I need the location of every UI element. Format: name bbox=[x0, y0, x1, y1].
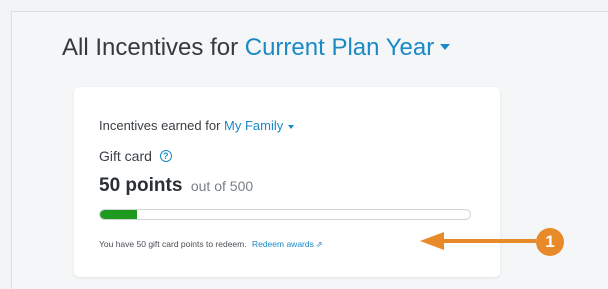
callout-arrow-icon bbox=[420, 232, 536, 250]
chevron-down-icon bbox=[288, 124, 295, 129]
chevron-down-icon bbox=[440, 44, 451, 51]
gift-card-row: Gift card ? bbox=[99, 148, 172, 164]
redeem-awards-link[interactable]: Redeem awards ⇗ bbox=[252, 239, 323, 249]
plan-year-dropdown[interactable]: Current Plan Year bbox=[244, 34, 451, 61]
redeem-message: You have 50 gift card points to redeem. … bbox=[99, 239, 323, 249]
incentives-earned-row: Incentives earned for My Family bbox=[99, 118, 295, 133]
family-selector-label: My Family bbox=[224, 118, 284, 133]
external-link-icon: ⇗ bbox=[315, 240, 323, 249]
title-prefix: All Incentives for bbox=[62, 34, 239, 61]
redeem-text: You have 50 gift card points to redeem. bbox=[99, 239, 247, 249]
page-title: All Incentives for Current Plan Year bbox=[62, 34, 451, 62]
callout-badge: 1 bbox=[536, 228, 564, 256]
earned-label: Incentives earned for bbox=[99, 118, 221, 133]
progress-bar bbox=[99, 209, 471, 220]
family-dropdown[interactable]: My Family bbox=[224, 118, 295, 133]
points-total: out of 500 bbox=[190, 178, 254, 194]
points-summary: 50 points out of 500 bbox=[99, 175, 253, 197]
info-circle-icon[interactable]: ? bbox=[159, 150, 172, 163]
redeem-link-label: Redeem awards bbox=[251, 239, 314, 249]
points-value: 50 points bbox=[99, 175, 183, 196]
plan-year-label: Current Plan Year bbox=[244, 34, 435, 61]
gift-card-label: Gift card bbox=[99, 148, 152, 164]
progress-fill bbox=[100, 210, 137, 219]
